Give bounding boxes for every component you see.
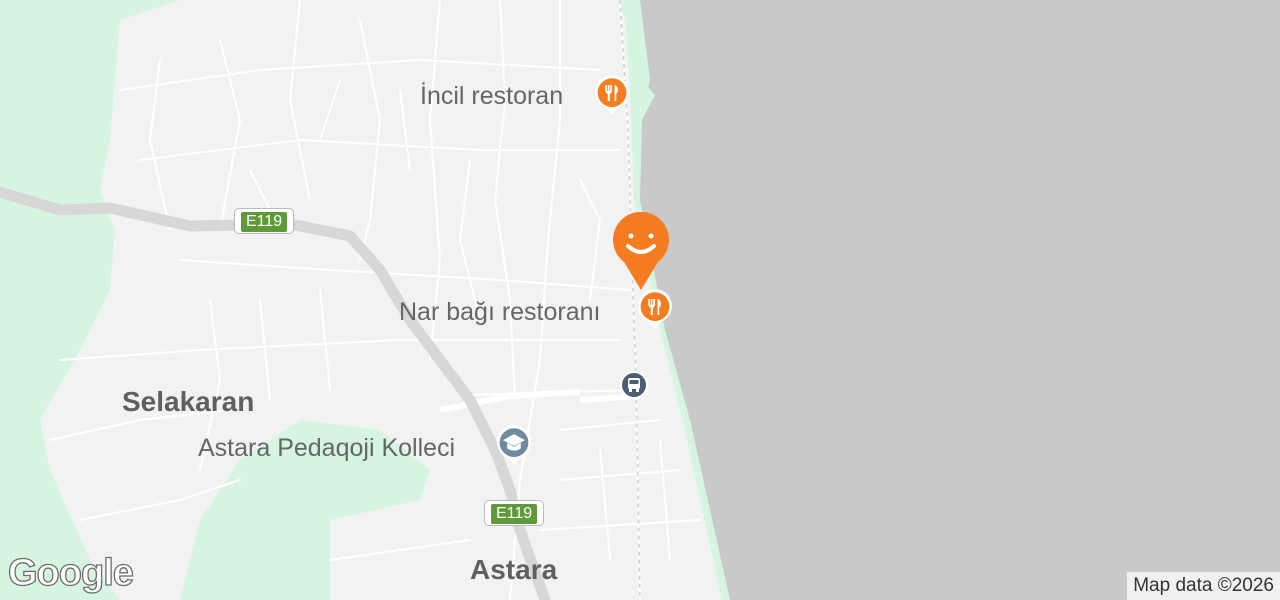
map-attribution[interactable]: Map data ©2026	[1127, 572, 1280, 600]
bus-stop-marker[interactable]	[619, 370, 649, 400]
poi-label-astara-pedaqoji-kolleci[interactable]: Astara Pedaqoji Kolleci	[198, 434, 455, 463]
area-label-astara: Astara	[470, 554, 558, 585]
smiley-marker[interactable]	[610, 212, 672, 292]
poi-label-incil-restoran[interactable]: İncil restoran	[420, 82, 563, 111]
highway-shield-top: E119	[234, 208, 295, 234]
map-view[interactable]: E119 E119 İncil restoran Nar bağı restor…	[0, 0, 1280, 600]
restaurant-marker-nar[interactable]	[633, 288, 677, 332]
restaurant-marker-incil[interactable]	[590, 74, 634, 118]
poi-label-nar-bagi-restorani[interactable]: Nar bağı restoranı	[399, 298, 601, 327]
area-label-selakaran: Selakaran	[122, 386, 255, 417]
education-marker-college[interactable]	[492, 424, 536, 468]
highway-shield-label: E119	[490, 503, 539, 525]
google-logo: Google	[7, 551, 134, 594]
highway-shield-bottom: E119	[484, 500, 545, 526]
highway-shield-label: E119	[240, 211, 289, 233]
